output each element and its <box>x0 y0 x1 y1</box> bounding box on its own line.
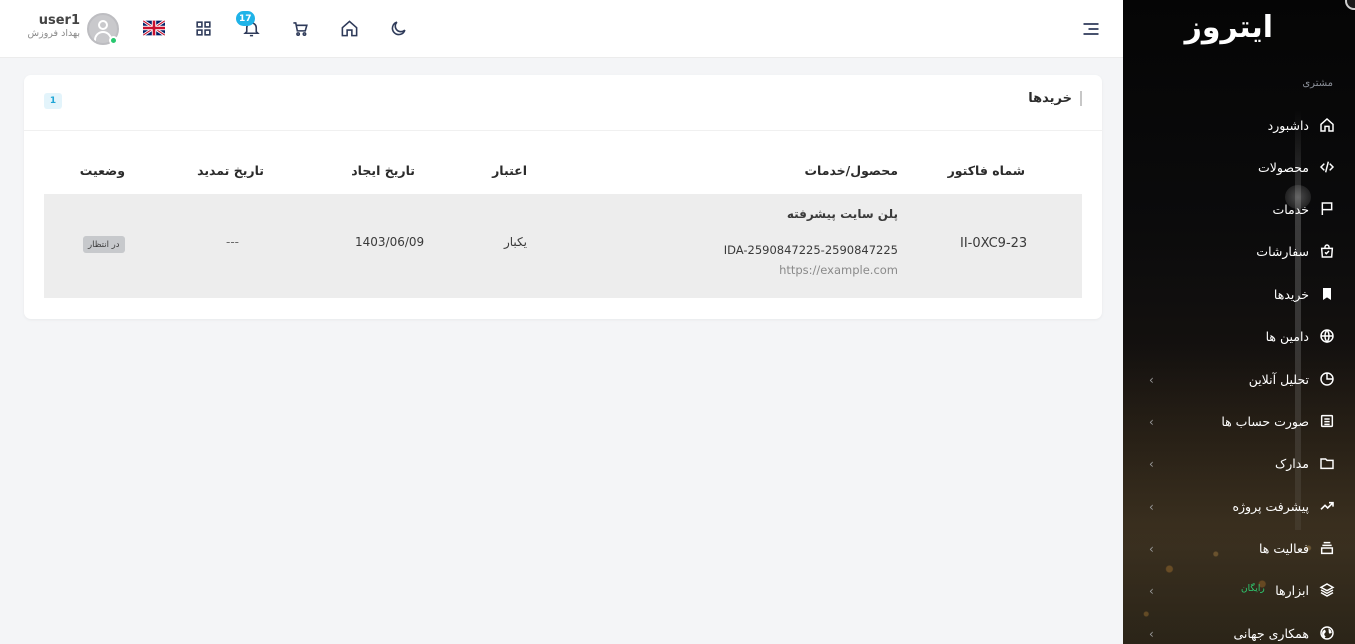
free-badge: رایگان <box>1241 584 1265 594</box>
sidebar-item-products[interactable]: محصولات <box>1258 152 1337 182</box>
validity-value: یکبار <box>503 235 527 249</box>
home-icon <box>1317 115 1337 135</box>
sidebar-item-domains[interactable]: دامین ها <box>1266 321 1337 351</box>
sidebar-item-global-partnership[interactable]: همکاری جهانی <box>1233 618 1337 644</box>
column-header-invoice[interactable]: شماه فاکتور <box>948 163 1025 178</box>
archive-icon <box>1317 538 1337 558</box>
sidebar-item-analytics[interactable]: تحلیل آنلاین <box>1249 364 1337 394</box>
cart-icon[interactable] <box>289 17 311 39</box>
sidebar-item-label: ابزارها <box>1275 582 1309 598</box>
top-bar: 17 user1 بهداد فروزش <box>0 0 1123 58</box>
column-header-status[interactable]: وضعیت <box>80 163 125 178</box>
sidebar: ایتروز مشتری داشبورد محصولات خدمات سفارش… <box>1123 0 1355 644</box>
sidebar-item-label: خریدها <box>1273 286 1309 302</box>
chevron-left-icon[interactable]: ‹ <box>1149 500 1154 514</box>
bookmark-icon <box>1317 284 1337 304</box>
shopping-bag-icon <box>1317 241 1337 261</box>
sidebar-item-label: همکاری جهانی <box>1233 625 1309 641</box>
chevron-left-icon[interactable]: ‹ <box>1149 415 1154 429</box>
menu-toggle-icon[interactable] <box>1081 19 1101 39</box>
sidebar-item-label: محصولات <box>1258 159 1309 175</box>
column-header-product[interactable]: محصول/خدمات <box>804 163 898 178</box>
layers-icon <box>1317 580 1337 600</box>
online-status-dot <box>109 36 118 45</box>
sidebar-item-label: تحلیل آنلاین <box>1248 371 1309 387</box>
sidebar-item-label: صورت حساب ها <box>1221 413 1309 429</box>
chevron-left-icon[interactable]: ‹ <box>1149 373 1154 387</box>
home-icon[interactable] <box>338 17 360 39</box>
moon-icon[interactable] <box>387 17 409 39</box>
code-icon <box>1317 157 1337 177</box>
status-badge: در انتظار <box>83 236 125 253</box>
pie-chart-icon <box>1317 369 1337 389</box>
sidebar-item-dashboard[interactable]: داشبورد <box>1268 110 1337 140</box>
sidebar-item-label: سفارشات <box>1256 243 1309 259</box>
uk-flag-icon[interactable] <box>143 20 165 36</box>
sidebar-item-label: خدمات <box>1272 201 1309 217</box>
table-row[interactable] <box>44 194 1082 298</box>
purchases-card: خریدها 1 شماه فاکتور محصول/خدمات اعتبار … <box>24 75 1102 319</box>
flag-icon <box>1317 199 1337 219</box>
sidebar-collapse-handle[interactable] <box>1345 0 1355 10</box>
page-title: خریدها <box>1028 91 1082 106</box>
trending-up-icon <box>1317 496 1337 516</box>
created-date: 1403/06/09 <box>355 235 425 249</box>
invoice-number[interactable]: II-0XC9-23 <box>960 236 1027 251</box>
globe-icon <box>1317 326 1337 346</box>
sidebar-item-purchases[interactable]: خریدها <box>1274 279 1337 309</box>
sidebar-item-services[interactable]: خدمات <box>1272 194 1337 224</box>
notification-count-badge: 17 <box>236 11 255 26</box>
card-divider <box>24 130 1102 131</box>
folder-icon <box>1317 453 1337 473</box>
chevron-left-icon[interactable]: ‹ <box>1149 542 1154 556</box>
user-role: بهداد فروزش <box>27 28 80 39</box>
renewal-date: --- <box>226 235 239 249</box>
product-id: IDA-2590847225-2590847225 <box>723 243 898 257</box>
sidebar-item-label: فعالیت ها <box>1258 540 1309 556</box>
world-icon <box>1317 623 1337 643</box>
column-header-created[interactable]: تاریخ ایجاد <box>351 163 415 178</box>
sidebar-item-orders[interactable]: سفارشات <box>1256 236 1337 266</box>
sidebar-item-project-progress[interactable]: پیشرفت پروژه <box>1232 491 1337 521</box>
sidebar-item-label: مدارک <box>1275 455 1309 471</box>
sidebar-item-label: داشبورد <box>1267 117 1309 133</box>
invoice-icon <box>1317 411 1337 431</box>
sidebar-item-invoices[interactable]: صورت حساب ها <box>1221 406 1337 436</box>
sidebar-item-tools[interactable]: ابزارها <box>1275 575 1337 605</box>
product-url[interactable]: https://example.com <box>779 263 898 277</box>
user-name[interactable]: user1 <box>20 13 80 28</box>
product-name[interactable]: پلن سایت پیشرفته <box>787 207 898 221</box>
sidebar-item-label: پیشرفت پروژه <box>1232 498 1309 514</box>
chevron-left-icon[interactable]: ‹ <box>1149 627 1154 641</box>
brand-logo[interactable]: ایتروز <box>1185 10 1274 45</box>
chevron-left-icon[interactable]: ‹ <box>1149 457 1154 471</box>
sidebar-item-documents[interactable]: مدارک <box>1275 448 1337 478</box>
apps-grid-icon[interactable] <box>192 17 214 39</box>
sidebar-item-label: دامین ها <box>1265 328 1309 344</box>
chevron-left-icon[interactable]: ‹ <box>1149 584 1154 598</box>
sidebar-section-label: مشتری <box>1302 78 1333 89</box>
purchases-count-badge: 1 <box>44 93 62 109</box>
column-header-validity[interactable]: اعتبار <box>492 163 527 178</box>
column-header-renewal[interactable]: تاریخ تمدید <box>197 163 264 178</box>
sidebar-item-activities[interactable]: فعالیت ها <box>1259 533 1337 563</box>
